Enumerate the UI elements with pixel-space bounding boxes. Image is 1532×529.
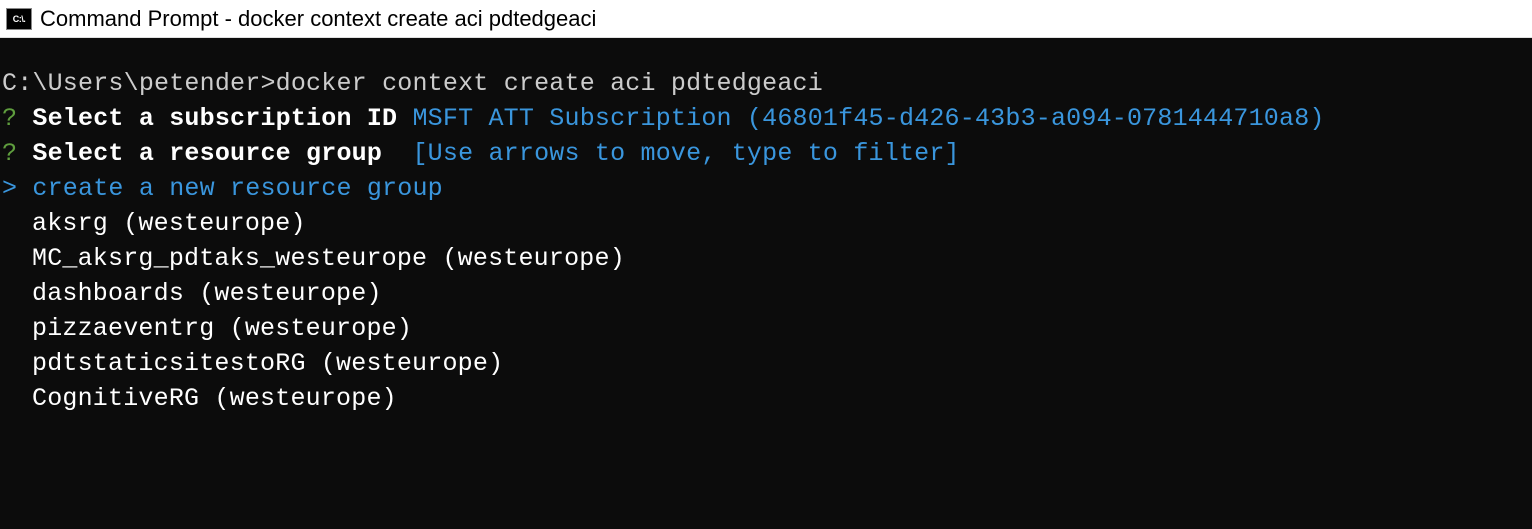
selector-selected-line[interactable]: > create a new resource group	[2, 171, 1530, 206]
list-item[interactable]: CognitiveRG (westeurope)	[2, 381, 1530, 416]
resourcegroup-hint: [Use arrows to move, type to filter]	[412, 139, 959, 168]
cmd-icon-text: C:\.	[13, 14, 26, 24]
subscription-label: Select a subscription ID	[32, 104, 397, 133]
selector-arrow-icon: >	[2, 174, 17, 203]
list-item[interactable]: MC_aksrg_pdtaks_westeurope (westeurope)	[2, 241, 1530, 276]
list-item[interactable]: pdtstaticsitestoRG (westeurope)	[2, 346, 1530, 381]
resourcegroup-label: Select a resource group	[32, 139, 397, 168]
selected-option: create a new resource group	[32, 174, 442, 203]
window-titlebar[interactable]: C:\. Command Prompt - docker context cre…	[0, 0, 1532, 38]
question-mark-icon: ?	[2, 139, 17, 168]
prompt-path: C:\Users\petender>	[2, 69, 276, 98]
terminal-body[interactable]: C:\Users\petender>docker context create …	[0, 38, 1532, 529]
list-item[interactable]: aksrg (westeurope)	[2, 206, 1530, 241]
window-title: Command Prompt - docker context create a…	[40, 6, 596, 32]
command-text: docker context create aci pdtedgeaci	[276, 69, 823, 98]
command-line: C:\Users\petender>docker context create …	[2, 66, 1530, 101]
list-item[interactable]: pizzaeventrg (westeurope)	[2, 311, 1530, 346]
subscription-prompt-line: ? Select a subscription ID MSFT ATT Subs…	[2, 101, 1530, 136]
resourcegroup-prompt-line: ? Select a resource group [Use arrows to…	[2, 136, 1530, 171]
question-mark-icon: ?	[2, 104, 17, 133]
list-item[interactable]: dashboards (westeurope)	[2, 276, 1530, 311]
cmd-icon: C:\.	[6, 8, 32, 30]
subscription-answer: MSFT ATT Subscription (46801f45-d426-43b…	[412, 104, 1324, 133]
